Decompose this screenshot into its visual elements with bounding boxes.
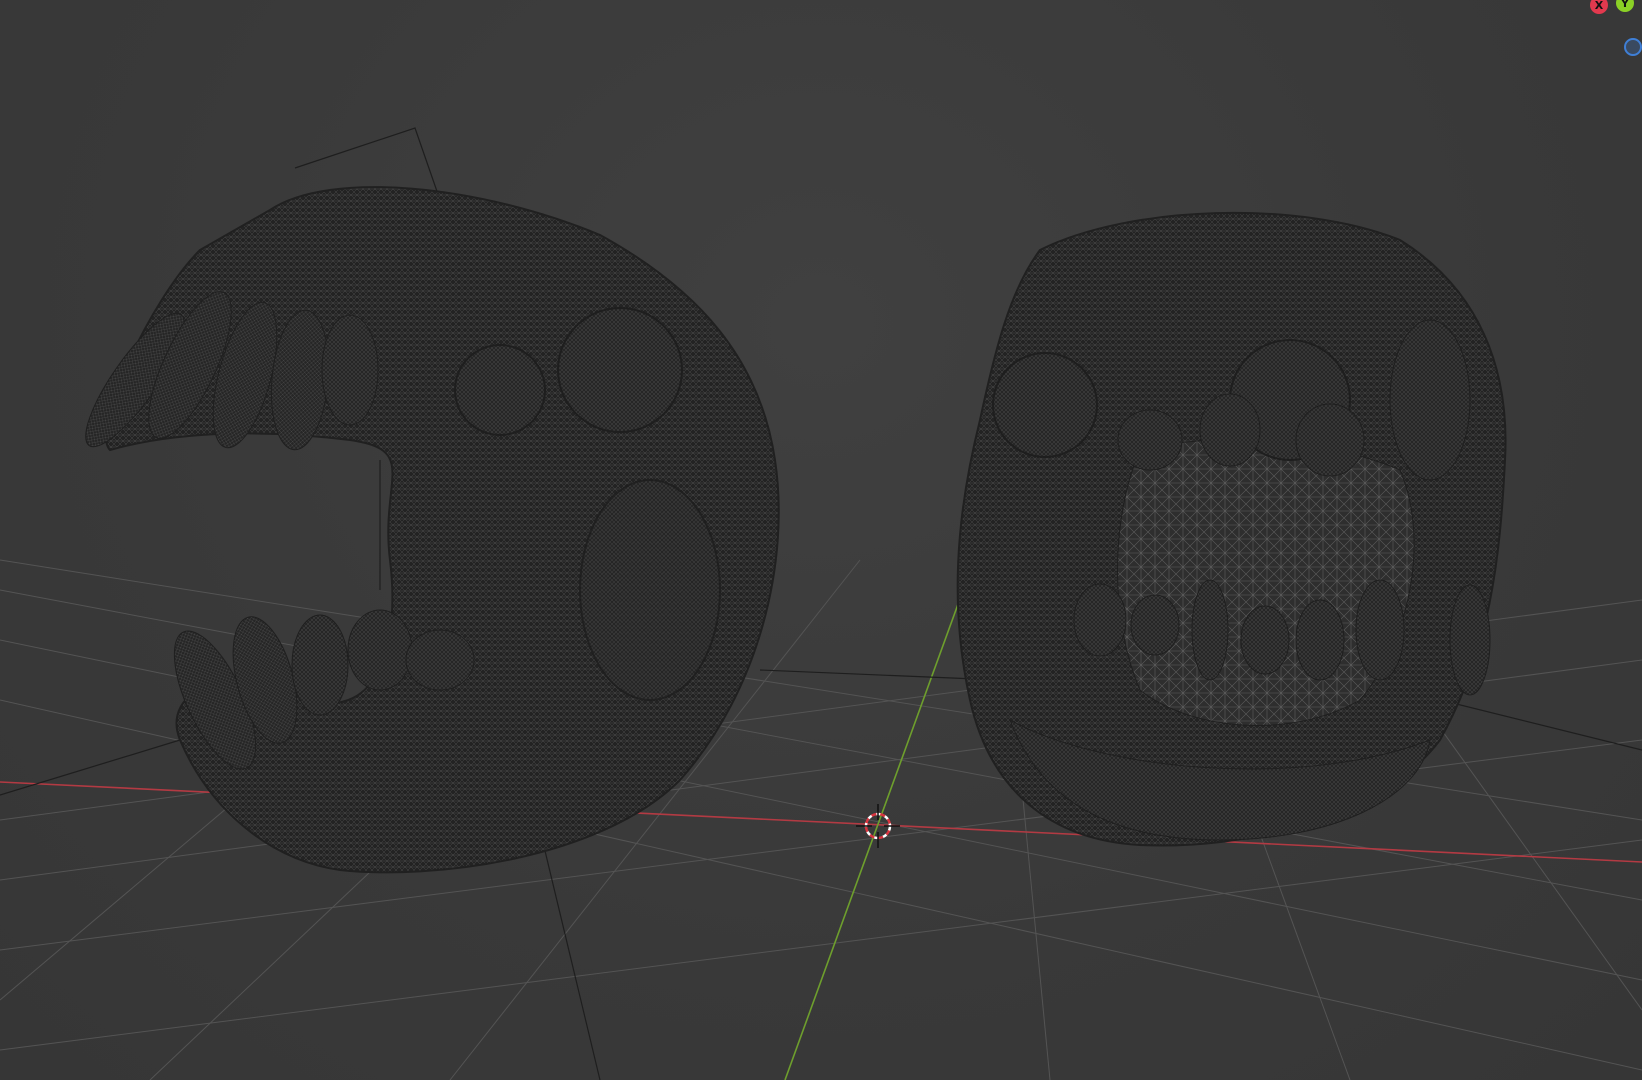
creature-head-left <box>85 186 780 874</box>
gizmo-y-axis[interactable]: Y <box>1616 0 1634 12</box>
creature-head-right <box>956 211 1507 847</box>
viewport-scene <box>0 127 1642 1080</box>
3d-viewport[interactable]: X Y <box>0 0 1642 1080</box>
gizmo-y-label: Y <box>1621 0 1629 10</box>
gizmo-z-axis[interactable] <box>1624 38 1642 56</box>
y-axis-line <box>784 584 966 1080</box>
gizmo-x-label: X <box>1594 0 1604 12</box>
gizmo-x-axis[interactable]: X <box>1590 0 1608 14</box>
navigation-gizmo[interactable]: X Y <box>1562 0 1642 80</box>
